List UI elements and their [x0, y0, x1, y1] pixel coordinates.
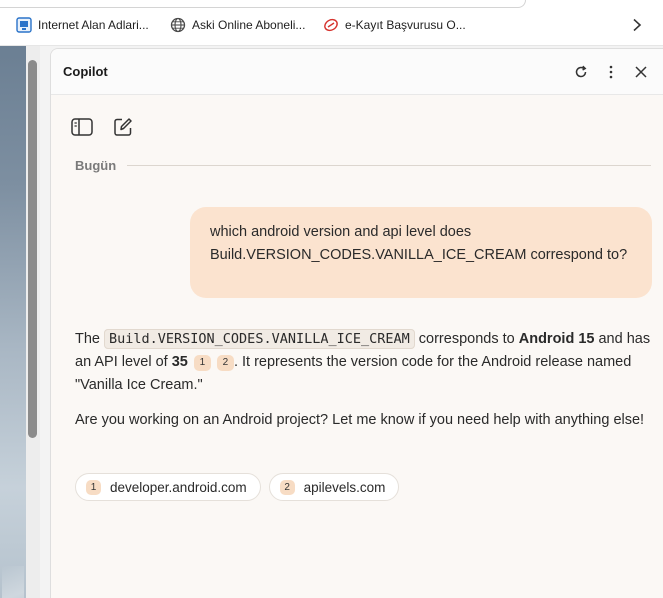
address-bar-edge	[0, 0, 526, 8]
bookmark-aski-online[interactable]: Aski Online Aboneli...	[170, 14, 305, 36]
ekayit-icon	[323, 17, 339, 33]
panel-divider	[40, 46, 50, 598]
bookmark-label: e-Kayıt Başvurusu O...	[345, 18, 466, 32]
android-version: Android 15	[518, 331, 595, 347]
bookmarks-bar: Internet Alan Adlari... Aski Online Abon…	[0, 0, 663, 46]
globe-icon	[170, 17, 186, 33]
bookmark-internet-alan-adlari[interactable]: Internet Alan Adlari...	[16, 14, 149, 36]
source-chip-apilevels[interactable]: 2 apilevels.com	[268, 473, 400, 501]
source-number: 2	[279, 479, 295, 495]
copilot-panel: Copilot Bugün which android version and …	[50, 48, 663, 598]
sidebar-toggle-button[interactable]	[69, 115, 95, 139]
refresh-button[interactable]	[570, 61, 592, 83]
more-vertical-icon	[609, 65, 613, 79]
citation-badge-1[interactable]: 1	[193, 354, 211, 371]
panel-title: Copilot	[63, 64, 108, 79]
day-separator-label: Bugün	[75, 158, 117, 173]
source-label: developer.android.com	[110, 479, 247, 495]
more-bookmarks-chevron-icon[interactable]	[628, 15, 646, 35]
api-level: 35	[171, 354, 188, 370]
user-message-bubble: which android version and api level does…	[190, 207, 652, 298]
source-chips: 1 developer.android.com 2 apilevels.com	[75, 473, 400, 501]
inline-code: Build.VERSION_CODES.VANILLA_ICE_CREAM	[104, 329, 415, 349]
more-options-button[interactable]	[600, 61, 622, 83]
bookmark-label: Internet Alan Adlari...	[38, 18, 149, 32]
citation-badge-2[interactable]: 2	[216, 354, 234, 371]
answer-paragraph-2: Are you working on an Android project? L…	[75, 412, 645, 428]
panel-header: Copilot	[51, 49, 663, 95]
source-number: 1	[86, 479, 101, 495]
close-icon	[635, 66, 647, 78]
source-chip-developer-android[interactable]: 1 developer.android.com	[75, 473, 261, 501]
refresh-icon	[575, 65, 587, 78]
page-scrollbar-thumb[interactable]	[28, 60, 37, 438]
sidebar-icon	[71, 118, 93, 136]
close-button[interactable]	[630, 61, 652, 83]
new-chat-button[interactable]	[110, 115, 136, 139]
compose-icon	[114, 118, 132, 136]
site-icon	[16, 17, 32, 33]
source-label: apilevels.com	[303, 479, 386, 495]
bookmark-e-kayit[interactable]: e-Kayıt Başvurusu O...	[323, 14, 466, 36]
assistant-answer: The Build.VERSION_CODES.VANILLA_ICE_CREA…	[75, 328, 660, 444]
day-separator-line	[127, 165, 651, 166]
bookmark-label: Aski Online Aboneli...	[192, 18, 306, 32]
answer-paragraph-1: The Build.VERSION_CODES.VANILLA_ICE_CREA…	[75, 329, 651, 393]
page-background	[0, 46, 26, 598]
